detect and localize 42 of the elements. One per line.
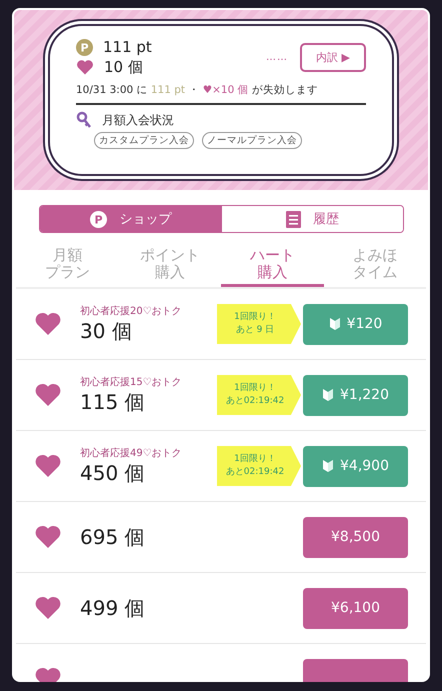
category-tab[interactable]: ポイント 購入 (118, 243, 221, 287)
heart-icon (34, 595, 62, 621)
details-button[interactable]: 内訳 ▶ (300, 43, 366, 72)
heart-amount: 695 個 (80, 524, 146, 550)
main-tab[interactable]: P ショップ (40, 206, 222, 232)
price-button[interactable]: ¥120 (303, 304, 408, 344)
plan-tag: カスタムプラン入会 (94, 132, 194, 149)
beginner-mark-icon (322, 459, 334, 473)
category-tab[interactable]: ハート 購入 (221, 243, 324, 287)
heart-amount: 450 個 (80, 460, 146, 486)
heart-icon (76, 59, 94, 76)
price-button[interactable]: ¥4,900 (303, 446, 408, 486)
beginner-mark-icon (322, 388, 334, 402)
points-balance: 111 pt (103, 38, 152, 56)
heart-icon (34, 311, 62, 337)
category-tab[interactable]: よみほ タイム (324, 243, 426, 287)
limited-offer-badge: 1回限り！ あと 9 日 (217, 304, 301, 344)
list-icon (286, 210, 301, 228)
category-tab[interactable]: 月額 プラン (16, 243, 118, 287)
membership-label: 月額入会状況 (102, 112, 174, 128)
heart-icon (34, 524, 62, 550)
key-icon (76, 111, 92, 129)
limited-offer-badge: 1回限り！ あと02:19:42 (217, 446, 301, 486)
limited-offer-badge: 1回限り！ あと02:19:42 (217, 375, 301, 415)
hearts-balance: 10 個 (104, 58, 143, 77)
heart-icon (34, 382, 62, 408)
expiry-notice: 10/31 3:00 に 111 pt ・ ♥×10 個 が失効します (76, 83, 366, 105)
price-button[interactable]: ¥8,500 (303, 516, 408, 558)
heart-amount: 499 個 (80, 594, 146, 622)
heart-icon (34, 453, 62, 479)
price-button[interactable]: ¥1,220 (303, 374, 408, 416)
promo-label: 初心者応援20♡おトク (80, 304, 183, 318)
dotted-leader: …… (266, 52, 288, 63)
promo-label: 初心者応援15♡おトク (80, 376, 183, 388)
heart-amount: 115 個 (80, 388, 146, 416)
points-icon: P (76, 38, 93, 56)
heart-amount: 30 個 (80, 318, 133, 344)
beginner-mark-icon (328, 317, 341, 331)
points-icon: P (90, 210, 108, 228)
price-button[interactable]: ¥6,100 (303, 588, 408, 628)
plan-tag: ノーマルプラン入会 (202, 132, 302, 149)
promo-label: 初心者応援49♡おトク (80, 446, 183, 460)
